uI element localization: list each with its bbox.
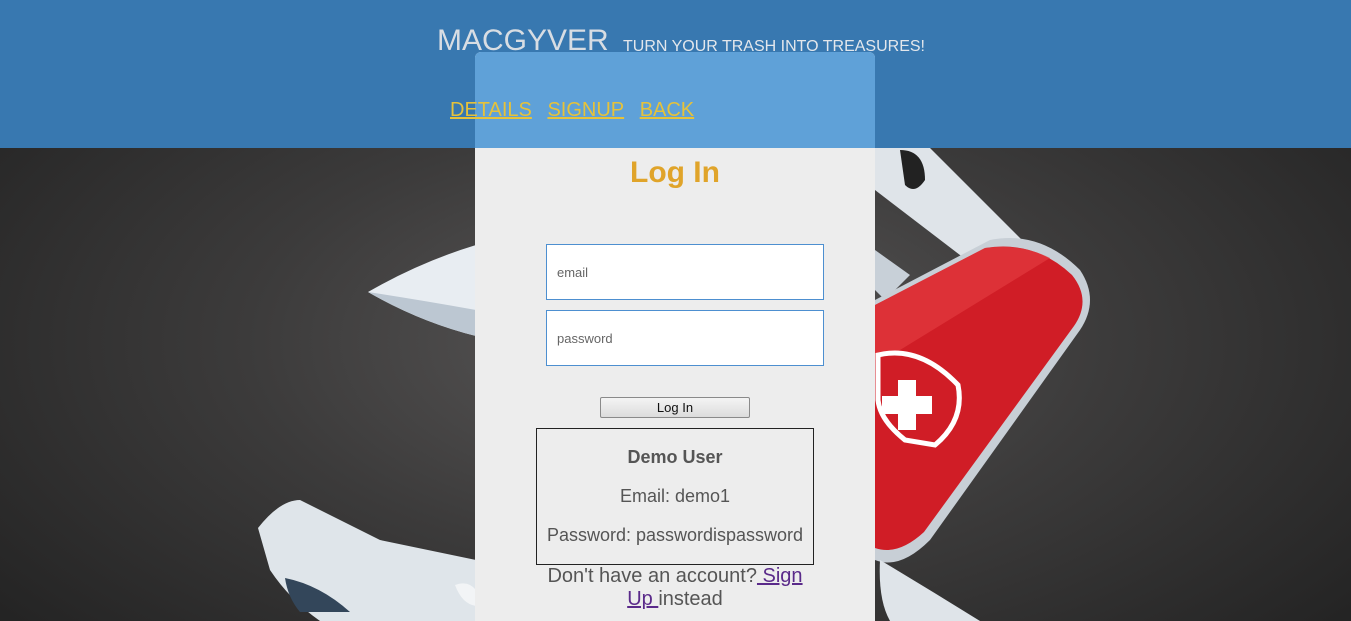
login-button[interactable]: Log In <box>600 397 750 418</box>
nav-signup-link[interactable]: SIGNUP <box>547 99 624 121</box>
nav-details-link[interactable]: DETAILS <box>450 99 532 121</box>
signup-prompt: Don't have an account? Sign Up instead <box>540 565 810 611</box>
demo-user-email: Email: demo1 <box>619 486 731 506</box>
brand-logo[interactable]: MACGYVER <box>437 24 609 58</box>
signup-prompt-suffix: instead <box>658 588 723 610</box>
signup-prompt-text: Don't have an account? <box>547 565 757 587</box>
nav-back-link[interactable]: BACK <box>640 99 694 121</box>
demo-user-title: Demo User <box>627 447 723 467</box>
tagline: TURN YOUR TRASH INTO TREASURES! <box>623 38 925 55</box>
demo-user-box: Demo User Email: demo1 Password: passwor… <box>536 428 814 565</box>
login-title: Log In <box>630 156 720 189</box>
demo-user-password: Password: passwordispassword <box>546 525 804 545</box>
email-input[interactable] <box>546 244 824 300</box>
nav-links: DETAILS SIGNUP BACK <box>450 99 704 122</box>
password-input[interactable] <box>546 310 824 366</box>
